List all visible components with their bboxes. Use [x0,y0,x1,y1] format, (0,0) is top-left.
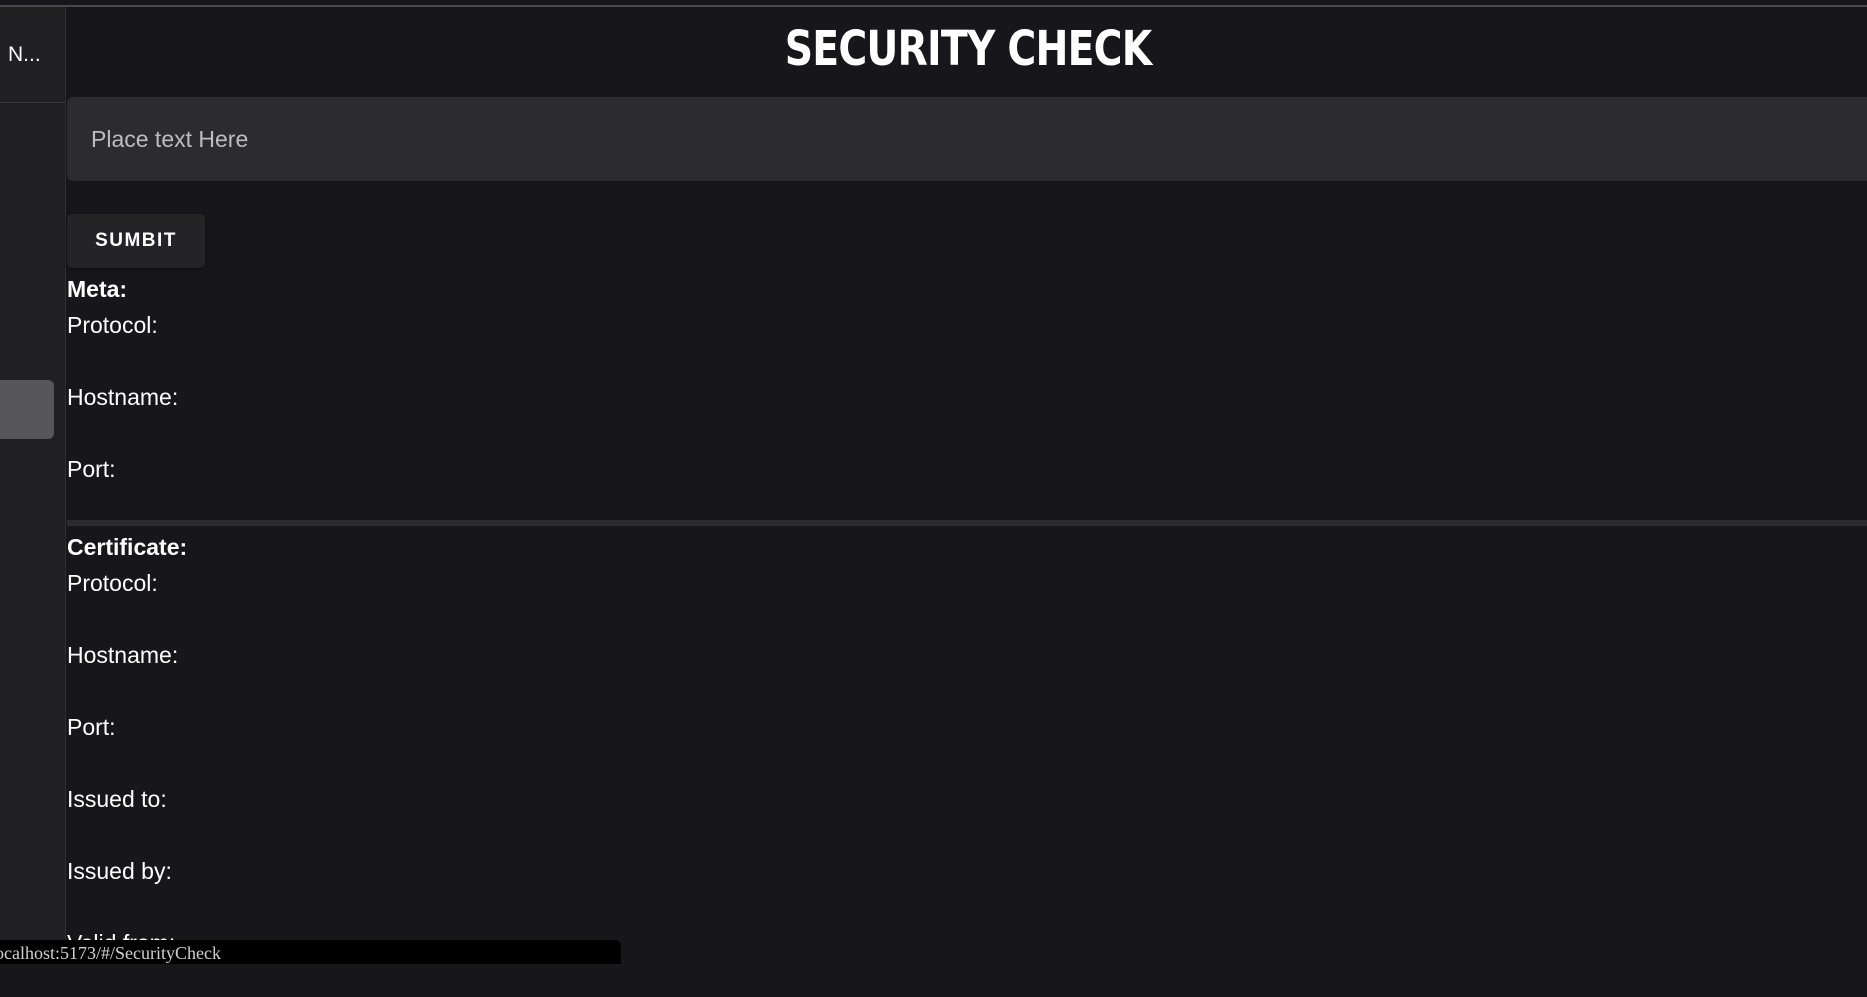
page-title: Security Check [784,21,1153,77]
certificate-title: Certificate: [67,534,188,560]
sidebar: N... [0,7,66,964]
sidebar-item-active[interactable] [0,380,54,439]
cert-protocol-label: Protocol: [67,570,158,596]
certificate-section: Certificate: Protocol: Hostname: Port: I… [67,529,187,997]
status-bar-url: localhost:5173/#/SecurityCheck [0,943,221,963]
meta-hostname-label: Hostname: [67,384,179,410]
url-input[interactable] [67,97,1867,181]
meta-title: Meta: [67,276,128,302]
cert-issued-to-label: Issued to: [67,786,167,812]
cert-issued-by-label: Issued by: [67,858,172,884]
meta-section: Meta: Protocol: Hostname: Port: [67,271,178,523]
sidebar-header-label: N... [8,42,41,66]
submit-button[interactable]: SUMBIT [67,214,205,268]
main-content: Security Check SUMBIT Meta: Protocol: Ho… [67,7,1867,964]
meta-protocol-label: Protocol: [67,312,158,338]
sidebar-header[interactable]: N... [0,7,65,103]
meta-port-label: Port: [67,456,116,482]
section-divider [67,520,1867,526]
status-bar-link-preview: localhost:5173/#/SecurityCheck [0,940,621,964]
cert-port-label: Port: [67,714,116,740]
cert-hostname-label: Hostname: [67,642,179,668]
